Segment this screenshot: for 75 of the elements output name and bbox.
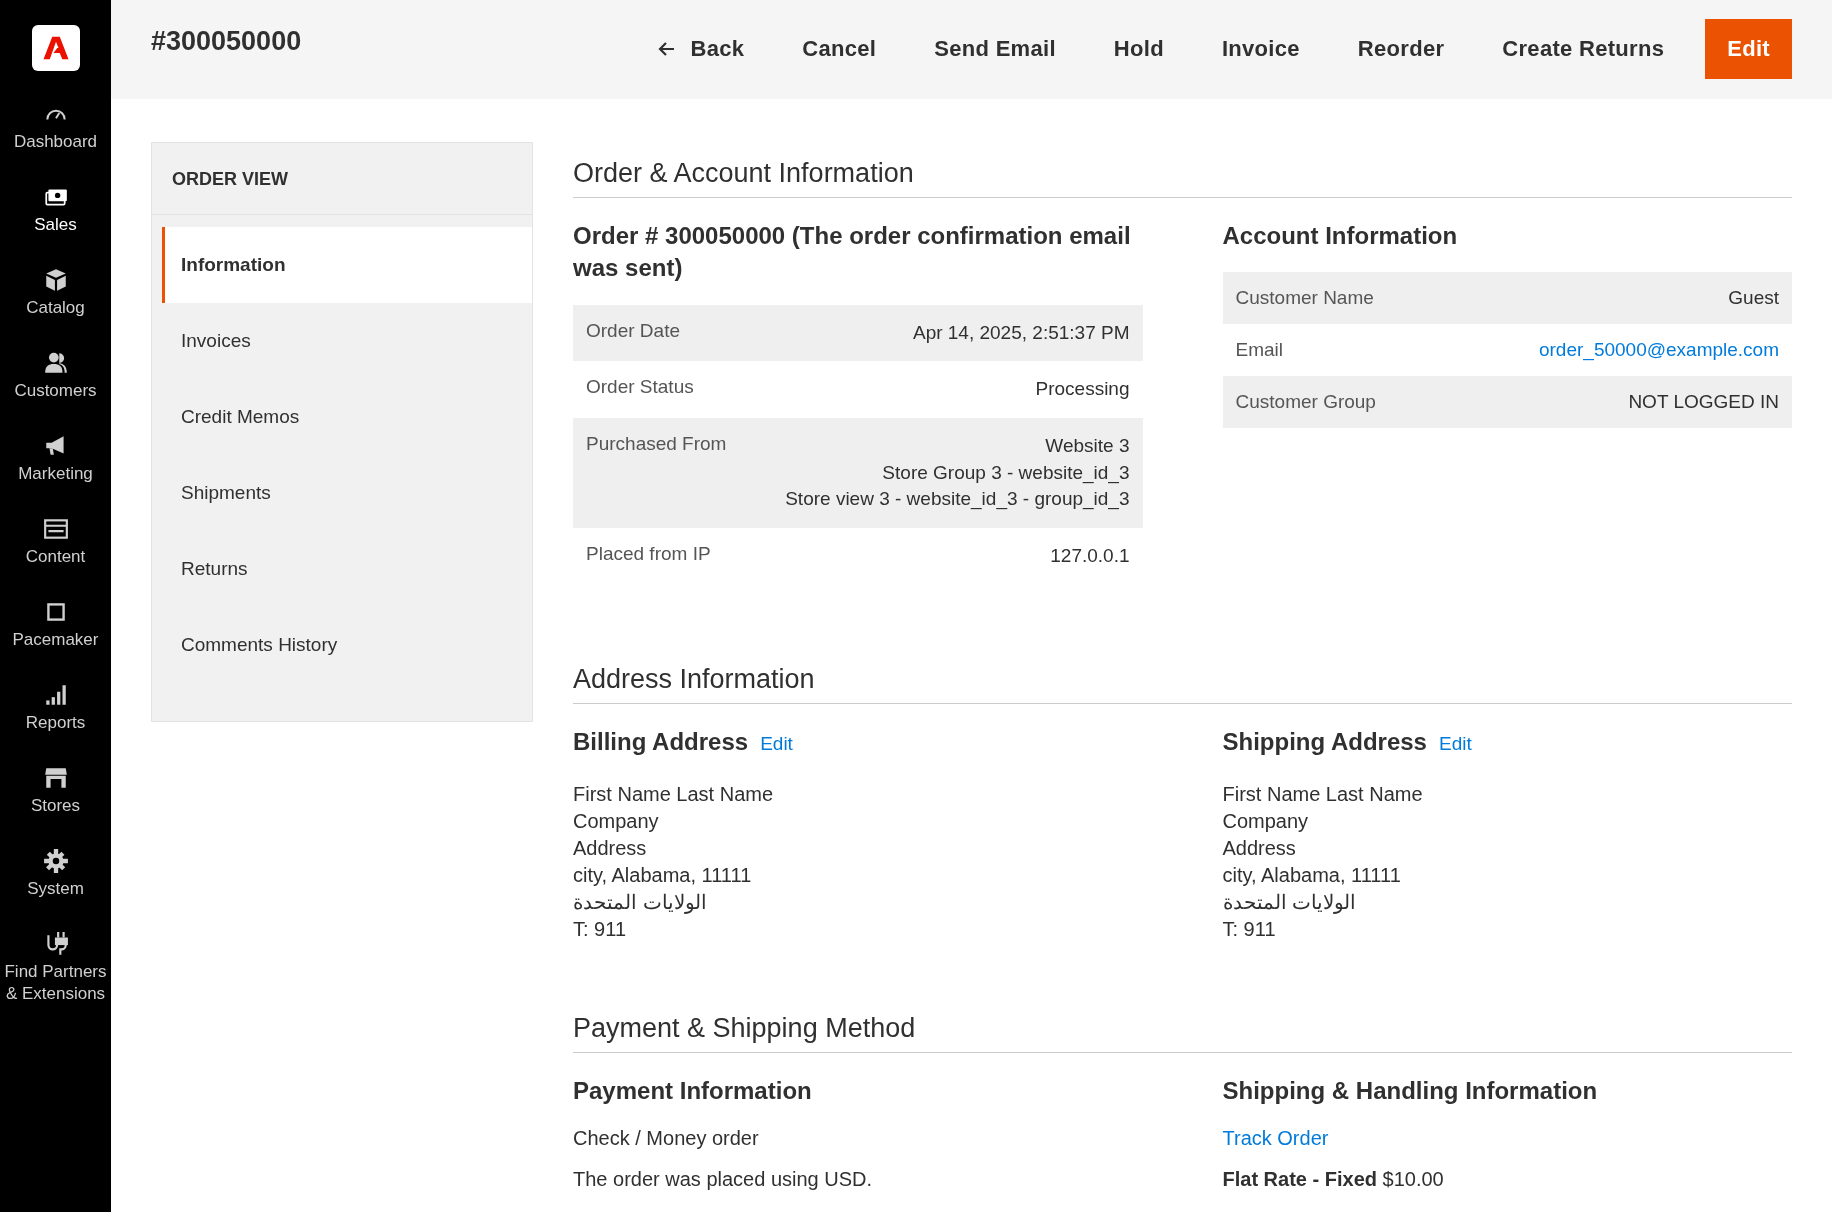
address-line: city, Alabama, 11111 — [573, 862, 753, 888]
address-line: الولايات المتحدة — [573, 889, 708, 916]
order-view-tab[interactable]: Information — [162, 227, 532, 303]
nav-item[interactable]: System — [0, 848, 111, 931]
row-label: Customer Name — [1235, 287, 1374, 310]
panel-title: ORDER VIEW — [152, 143, 532, 215]
row-label: Order Date — [586, 319, 680, 343]
nav-item[interactable]: Find Partners & Extensions — [0, 931, 111, 1032]
address-line: First Name Last Name — [1222, 781, 1424, 807]
section-title: Address Information — [573, 664, 1792, 705]
address-heading: Shipping Address — [1222, 727, 1427, 758]
currency-note: The order was placed using USD. — [573, 1168, 874, 1192]
action-button[interactable]: Send Email — [909, 19, 1081, 79]
nav-item[interactable]: Sales — [0, 184, 111, 267]
order-view-tab[interactable]: Returns — [162, 531, 532, 607]
address-line: الولايات المتحدة — [1222, 889, 1358, 916]
address-line: First Name Last Name — [573, 781, 775, 807]
nav-item[interactable]: Content — [0, 516, 111, 599]
layout-icon — [42, 516, 69, 542]
email-link[interactable]: order_50000@example.com — [1538, 339, 1779, 362]
action-button[interactable]: Cancel — [777, 19, 902, 79]
address-line: Company — [573, 808, 660, 834]
row-value: Processing — [1035, 377, 1130, 402]
page-title: #300050000 — [151, 26, 302, 57]
back-button[interactable]: Back — [631, 19, 770, 79]
row-label: Placed from IP — [586, 542, 711, 566]
row-value: Store view 3 - website_id_3 - group_id_3 — [785, 487, 1130, 512]
account-heading: Account Information — [1222, 221, 1459, 251]
order-heading: Order # 300050000 (The order confirmation email was sent) — [573, 221, 1132, 284]
nav-item[interactable]: Reports — [0, 682, 111, 765]
people-icon — [42, 350, 69, 376]
track-order-link[interactable]: Track Order — [1222, 1127, 1329, 1150]
nav-item[interactable]: Stores — [0, 765, 111, 848]
address-line: city, Alabama, 11111 — [1222, 862, 1402, 888]
nav-item[interactable]: Customers — [0, 350, 111, 433]
nav-item[interactable]: Dashboard — [0, 101, 111, 184]
shipping-rate: Flat Rate - Fixed $10.00 — [1222, 1168, 1444, 1191]
logo-icon[interactable] — [31, 25, 80, 71]
edit-button[interactable]: Edit — [1705, 19, 1792, 79]
order-view-tab[interactable]: Invoices — [162, 303, 532, 379]
nav-item[interactable]: Pacemaker — [0, 599, 111, 682]
row-value: Store Group 3 - website_id_3 — [882, 460, 1130, 486]
action-button[interactable]: Invoice — [1196, 19, 1325, 79]
row-value: NOT LOGGED IN — [1628, 391, 1779, 414]
nav-item[interactable]: Marketing — [0, 433, 111, 516]
nav-item[interactable]: Catalog — [0, 267, 111, 350]
storefront-icon — [42, 765, 69, 791]
order-view-tab[interactable]: Comments History — [162, 607, 532, 683]
action-button[interactable]: Create Returns — [1477, 19, 1690, 79]
address-line: T: 911 — [1222, 916, 1277, 942]
address-line: Address — [573, 835, 648, 861]
address-line: Address — [1222, 835, 1297, 861]
settings-icon — [42, 848, 69, 874]
address-heading: Billing Address — [573, 727, 749, 758]
row-value: 127.0.0.1 — [1050, 543, 1130, 568]
action-button[interactable]: Reorder — [1332, 19, 1470, 79]
row-label: Order Status — [586, 376, 694, 400]
address-line: T: 911 — [573, 916, 627, 942]
order-view-tab[interactable]: Shipments — [162, 455, 532, 531]
row-value: Apr 14, 2025, 2:51:37 PM — [912, 320, 1130, 345]
action-button[interactable]: Hold — [1088, 19, 1189, 79]
section-title: Order & Account Information — [573, 158, 1792, 198]
payment-heading: Payment Information — [573, 1075, 813, 1106]
row-label: Purchased From — [586, 432, 727, 456]
section-title: Payment & Shipping Method — [573, 1012, 1792, 1053]
payment-method: Check / Money order — [573, 1127, 760, 1151]
shipping-heading: Shipping & Handling Information — [1222, 1075, 1599, 1106]
edit-link[interactable]: Edit — [1438, 733, 1472, 756]
edit-link[interactable]: Edit — [760, 733, 793, 756]
address-line: Company — [1222, 808, 1310, 834]
row-value: Guest — [1728, 287, 1779, 310]
row-label: Customer Group — [1235, 391, 1376, 414]
order-view-tab[interactable]: Credit Memos — [162, 379, 532, 455]
row-label: Email — [1235, 339, 1283, 362]
row-value: Website 3 — [1045, 433, 1130, 458]
